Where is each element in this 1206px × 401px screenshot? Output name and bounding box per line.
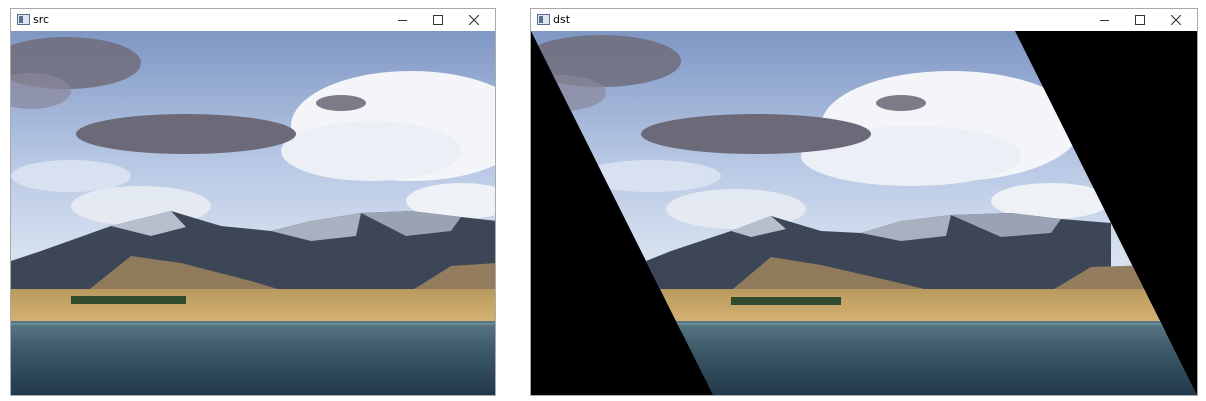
titlebar[interactable]: dst	[531, 9, 1197, 31]
close-icon	[469, 15, 479, 25]
titlebar[interactable]: src	[11, 9, 495, 31]
landscape-image	[11, 31, 495, 395]
maximize-button[interactable]	[1123, 9, 1157, 31]
minimize-button[interactable]	[1088, 9, 1122, 31]
window-dst: dst	[530, 8, 1198, 396]
app-window-icon	[537, 14, 550, 25]
window-title: dst	[553, 13, 571, 26]
close-button[interactable]	[457, 9, 491, 31]
maximize-button[interactable]	[421, 9, 455, 31]
close-icon	[1171, 15, 1181, 25]
window-src: src	[10, 8, 496, 396]
minimize-button[interactable]	[386, 9, 420, 31]
sheared-image-region	[531, 31, 1197, 395]
app-window-icon	[17, 14, 30, 25]
window-title: src	[33, 13, 50, 26]
close-button[interactable]	[1159, 9, 1193, 31]
image-canvas	[531, 31, 1197, 395]
landscape-image-sheared	[531, 31, 1197, 395]
image-canvas	[11, 31, 495, 395]
